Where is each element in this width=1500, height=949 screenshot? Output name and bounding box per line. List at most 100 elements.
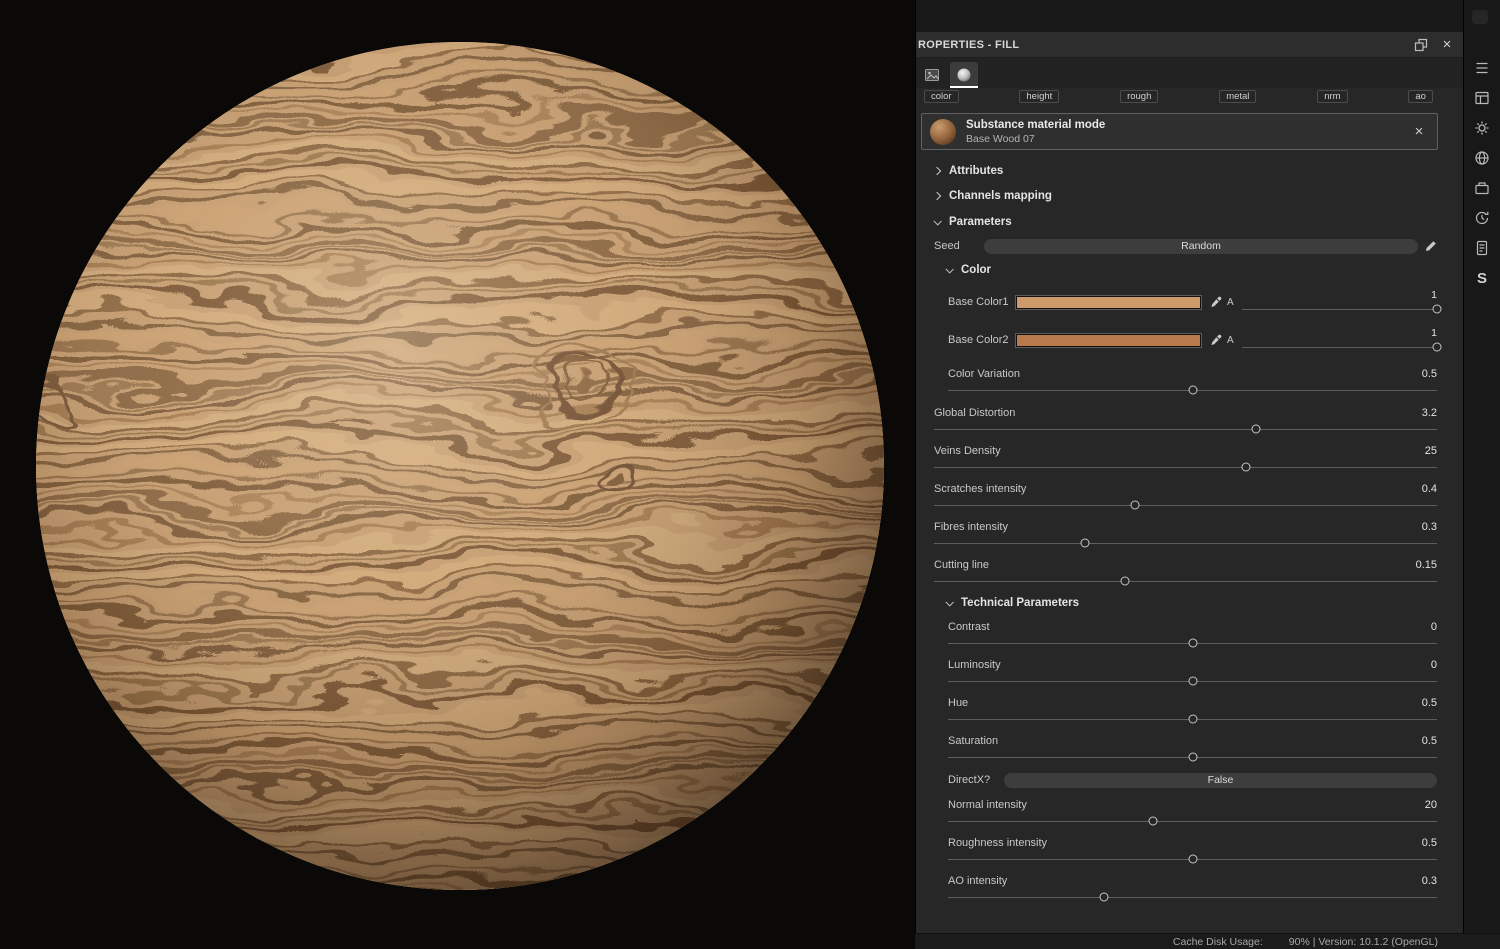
- slider-handle[interactable]: [1432, 342, 1442, 351]
- seed-label: Seed: [934, 240, 960, 252]
- subsection-color[interactable]: Color: [926, 257, 1437, 283]
- eyedropper-icon[interactable]: [1210, 296, 1222, 308]
- application-window: ROPERTIES - FILL × color height rough me…: [0, 0, 1500, 949]
- param-scratches-intensity: Scratches intensity 0.4: [926, 477, 1437, 515]
- directx-label: DirectX?: [948, 774, 991, 786]
- panel-title: ROPERTIES - FILL: [918, 38, 1020, 51]
- contrast-slider[interactable]: [948, 636, 1437, 649]
- seed-row: Seed Random: [926, 235, 1437, 257]
- substance-material-box[interactable]: Substance material mode Base Wood 07 ×: [921, 113, 1438, 150]
- param-normal-intensity: Normal intensity 20: [926, 793, 1437, 831]
- material-mode-button[interactable]: [950, 62, 978, 88]
- slider-handle[interactable]: [1432, 304, 1442, 313]
- base-color2-swatch[interactable]: [1015, 332, 1202, 348]
- material-thumbnail: [930, 118, 956, 145]
- alpha-slider[interactable]: [1241, 302, 1442, 315]
- material-name: Base Wood 07: [966, 132, 1035, 145]
- normal-intensity-slider[interactable]: [948, 814, 1437, 827]
- collapsed-panel-tab[interactable]: [1472, 10, 1488, 24]
- param-contrast: Contrast 0: [926, 615, 1437, 653]
- version-info: 90% | Version: 10.1.2 (OpenGL): [1288, 935, 1438, 948]
- hue-slider[interactable]: [948, 712, 1437, 725]
- eyedropper-icon[interactable]: [1210, 334, 1222, 346]
- slider-handle[interactable]: [1188, 752, 1197, 761]
- fill-image-mode-button[interactable]: [918, 62, 946, 88]
- channel-metal-button[interactable]: metal: [1219, 89, 1257, 103]
- color-variation-slider[interactable]: [948, 383, 1437, 396]
- param-ao-intensity: AO intensity 0.3: [926, 869, 1437, 907]
- close-icon[interactable]: ×: [1439, 37, 1455, 53]
- scratches-intensity-slider[interactable]: [934, 498, 1437, 511]
- param-roughness-intensity: Roughness intensity 0.5: [926, 831, 1437, 869]
- slider-handle[interactable]: [1188, 385, 1197, 394]
- channel-toggle-row: color height rough metal nrm ao: [916, 88, 1463, 104]
- chevron-down-icon: [945, 598, 954, 607]
- directx-row: DirectX? False: [926, 767, 1437, 793]
- param-fibres-intensity: Fibres intensity 0.3: [926, 515, 1437, 553]
- shelf-box-icon[interactable]: [1470, 176, 1494, 200]
- material-mode-label: Substance material mode: [966, 118, 1106, 131]
- cutting-line-slider[interactable]: [934, 574, 1437, 587]
- viewport-3d[interactable]: [0, 0, 915, 949]
- subsection-technical-parameters[interactable]: Technical Parameters: [926, 591, 1437, 615]
- param-global-distortion: Global Distortion 3.2: [926, 401, 1437, 439]
- layers-panel-icon[interactable]: [1470, 86, 1494, 110]
- saturation-slider[interactable]: [948, 750, 1437, 763]
- slider-handle[interactable]: [1188, 854, 1197, 863]
- alpha-label: A: [1227, 334, 1234, 346]
- panel-top-strip: [916, 0, 1463, 32]
- alpha-value: 1: [1431, 327, 1437, 339]
- slider-handle[interactable]: [1080, 538, 1090, 547]
- channel-color-button[interactable]: color: [924, 89, 959, 103]
- chevron-down-icon: [945, 265, 954, 274]
- param-color-variation: Color Variation 0.5: [926, 359, 1437, 401]
- section-attributes[interactable]: Attributes: [926, 159, 1437, 183]
- roughness-intensity-slider[interactable]: [948, 852, 1437, 865]
- history-clock-icon[interactable]: [1470, 206, 1494, 230]
- param-veins-density: Veins Density 25: [926, 439, 1437, 477]
- slider-handle[interactable]: [1188, 638, 1197, 647]
- substance-logo-icon[interactable]: S: [1470, 266, 1494, 290]
- slider-handle[interactable]: [1251, 424, 1261, 433]
- section-channels-mapping[interactable]: Channels mapping: [926, 183, 1437, 209]
- param-saturation: Saturation 0.5: [926, 729, 1437, 767]
- channel-nrm-button[interactable]: nrm: [1317, 89, 1348, 103]
- fibres-intensity-slider[interactable]: [934, 536, 1437, 549]
- panel-header: ROPERTIES - FILL ×: [916, 32, 1463, 58]
- texture-set-settings-gear-icon[interactable]: [1470, 116, 1494, 140]
- undock-icon[interactable]: [1413, 37, 1429, 53]
- ao-intensity-slider[interactable]: [948, 890, 1437, 903]
- slider-handle[interactable]: [1130, 500, 1140, 509]
- edit-pencil-icon[interactable]: [1425, 240, 1437, 252]
- luminosity-slider[interactable]: [948, 674, 1437, 687]
- base-color2-label: Base Color2: [948, 334, 1009, 346]
- alpha-label: A: [1227, 296, 1234, 308]
- slider-handle[interactable]: [1099, 892, 1109, 901]
- properties-panel: ROPERTIES - FILL × color height rough me…: [915, 0, 1463, 949]
- alpha-slider[interactable]: [1241, 340, 1442, 353]
- directx-toggle-button[interactable]: False: [1004, 772, 1437, 788]
- display-settings-globe-icon[interactable]: [1470, 146, 1494, 170]
- chevron-right-icon: [932, 191, 942, 201]
- slider-handle[interactable]: [1148, 816, 1158, 825]
- param-cutting-line: Cutting line 0.15: [926, 553, 1437, 591]
- log-document-icon[interactable]: [1470, 236, 1494, 260]
- material-remove-icon[interactable]: ×: [1411, 124, 1427, 140]
- channel-ao-button[interactable]: ao: [1408, 89, 1433, 103]
- slider-handle[interactable]: [1241, 462, 1251, 471]
- texture-set-list-icon[interactable]: [1470, 56, 1494, 80]
- slider-handle[interactable]: [1120, 576, 1130, 585]
- section-parameters[interactable]: Parameters: [926, 209, 1437, 235]
- seed-random-button[interactable]: Random: [984, 238, 1418, 254]
- channel-rough-button[interactable]: rough: [1120, 89, 1159, 103]
- material-preview-sphere[interactable]: [0, 0, 915, 949]
- sphere-icon: [957, 68, 971, 82]
- slider-handle[interactable]: [1188, 676, 1197, 685]
- alpha-value: 1: [1431, 289, 1437, 301]
- slider-handle[interactable]: [1188, 714, 1197, 723]
- image-icon: [925, 69, 939, 81]
- base-color1-swatch[interactable]: [1015, 294, 1202, 310]
- global-distortion-slider[interactable]: [934, 422, 1437, 435]
- veins-density-slider[interactable]: [934, 460, 1437, 473]
- channel-height-button[interactable]: height: [1019, 89, 1060, 103]
